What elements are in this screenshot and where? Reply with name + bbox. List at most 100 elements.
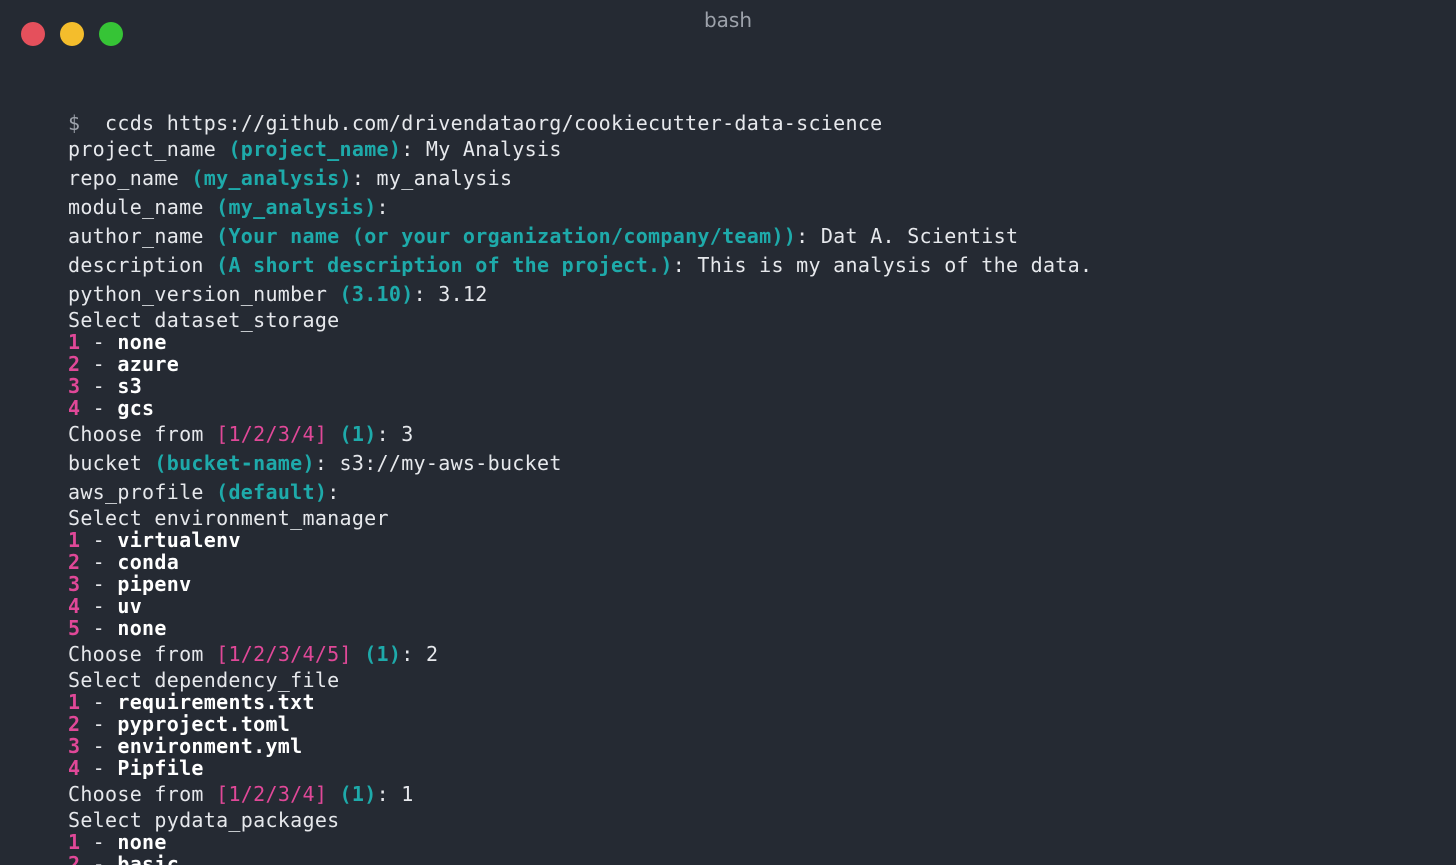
option-item: 2 - azure xyxy=(68,352,180,376)
prompt-default: (my_analysis) xyxy=(216,195,377,219)
prompt-default: (1) xyxy=(339,782,377,806)
option-item: 5 - none xyxy=(68,616,167,640)
option-item: 2 - conda xyxy=(68,550,180,574)
option-number: 1 xyxy=(68,690,81,714)
option-label: Pipfile xyxy=(117,756,204,780)
option-number: 4 xyxy=(68,396,81,420)
option-label: none xyxy=(117,830,167,854)
option-item: 4 - uv xyxy=(68,594,143,618)
prompt-key: aws_profile xyxy=(68,480,204,504)
option-number: 3 xyxy=(68,374,81,398)
select-heading-dependency-file: Select dependency_file xyxy=(68,668,340,692)
prompt-default: (default) xyxy=(216,480,328,504)
choose-prompt-dataset-storage: Choose from [1/2/3/4] (1): 3 xyxy=(68,422,414,446)
option-label: basic xyxy=(117,852,180,865)
option-label: none xyxy=(117,330,167,354)
prompt-default: (3.10) xyxy=(339,282,414,306)
option-item: 4 - Pipfile xyxy=(68,756,204,780)
prompt-module-name: module_name (my_analysis): xyxy=(68,195,389,219)
option-label: none xyxy=(117,616,167,640)
prompt-key: bucket xyxy=(68,451,143,475)
option-number: 2 xyxy=(68,550,81,574)
command-text: ccds https://github.com/drivendataorg/co… xyxy=(105,111,883,135)
option-item: 3 - pipenv xyxy=(68,572,192,596)
prompt-default: (1) xyxy=(364,642,402,666)
prompt-repo-name: repo_name (my_analysis): my_analysis xyxy=(68,166,513,190)
option-item: 4 - gcs xyxy=(68,396,155,420)
terminal-window: bash $ ccds https://github.com/drivendat… xyxy=(0,0,1456,865)
prompt-default: (A short description of the project.) xyxy=(216,253,673,277)
option-label: conda xyxy=(117,550,180,574)
option-label: pipenv xyxy=(117,572,192,596)
prompt-value: 2 xyxy=(425,642,439,666)
prompt-default: (1) xyxy=(339,422,377,446)
prompt-default: (project_name) xyxy=(228,137,402,161)
choice-list: [1/2/3/4] xyxy=(216,422,328,446)
option-label: s3 xyxy=(117,374,143,398)
option-item: 3 - s3 xyxy=(68,374,143,398)
option-item: 1 - none xyxy=(68,830,167,854)
prompt-key: module_name xyxy=(68,195,204,219)
prompt-key: author_name xyxy=(68,224,204,248)
prompt-bucket: bucket (bucket-name): s3://my-aws-bucket xyxy=(68,451,562,475)
prompt-default: (bucket-name) xyxy=(154,451,315,475)
window-title: bash xyxy=(703,8,753,32)
prompt-symbol: $ xyxy=(68,111,81,135)
prompt-value: 1 xyxy=(401,782,414,806)
prompt-project-name: project_name (project_name): My Analysis xyxy=(68,137,562,161)
choose-prompt-dependency-file: Choose from [1/2/3/4] (1): 1 xyxy=(68,782,414,806)
option-number: 2 xyxy=(68,712,81,736)
choice-list: [1/2/3/4/5] xyxy=(216,642,352,666)
option-number: 2 xyxy=(68,352,81,376)
prompt-value: 3.12 xyxy=(438,282,488,306)
option-label: azure xyxy=(117,352,180,376)
select-heading-pydata-packages: Select pydata_packages xyxy=(68,808,340,832)
terminal-output[interactable]: $ ccds https://github.com/drivendataorg/… xyxy=(68,112,1092,865)
option-item: 2 - basic xyxy=(68,853,1092,865)
prompt-description: description (A short description of the … xyxy=(68,253,1093,277)
select-heading-dataset-storage: Select dataset_storage xyxy=(68,308,340,332)
choice-list: [1/2/3/4] xyxy=(216,782,328,806)
option-number: 1 xyxy=(68,830,81,854)
choose-label: Choose from xyxy=(68,782,204,806)
option-label: requirements.txt xyxy=(117,690,315,714)
select-heading-environment-manager: Select environment_manager xyxy=(68,506,389,530)
option-number: 1 xyxy=(68,528,81,552)
option-number: 5 xyxy=(68,616,81,640)
option-item: 3 - environment.yml xyxy=(68,734,303,758)
option-label: pyproject.toml xyxy=(117,712,291,736)
prompt-default: (Your name (or your organization/company… xyxy=(216,224,797,248)
choose-label: Choose from xyxy=(68,422,204,446)
prompt-key: description xyxy=(68,253,204,277)
option-number: 3 xyxy=(68,572,81,596)
choose-label: Choose from xyxy=(68,642,204,666)
prompt-value: My Analysis xyxy=(425,137,562,161)
prompt-value: 3 xyxy=(401,422,414,446)
option-label: virtualenv xyxy=(117,528,241,552)
command-line: $ ccds https://github.com/drivendataorg/… xyxy=(68,112,1092,134)
choose-prompt-environment-manager: Choose from [1/2/3/4/5] (1): 2 xyxy=(68,642,439,666)
prompt-value: This is my analysis of the data. xyxy=(697,253,1093,277)
prompt-key: repo_name xyxy=(68,166,180,190)
option-label: uv xyxy=(117,594,143,618)
prompt-aws-profile: aws_profile (default): xyxy=(68,480,340,504)
option-item: 1 - virtualenv xyxy=(68,528,241,552)
option-number: 4 xyxy=(68,756,81,780)
prompt-key: python_version_number xyxy=(68,282,328,306)
option-number: 1 xyxy=(68,330,81,354)
option-item: 2 - pyproject.toml xyxy=(68,712,291,736)
option-number: 3 xyxy=(68,734,81,758)
prompt-key: project_name xyxy=(68,137,217,161)
title-bar: bash xyxy=(0,0,1456,60)
prompt-value: Dat A. Scientist xyxy=(820,224,1019,248)
option-label: gcs xyxy=(117,396,155,420)
option-item: 1 - none xyxy=(68,330,167,354)
prompt-python-version: python_version_number (3.10): 3.12 xyxy=(68,282,488,306)
prompt-author-name: author_name (Your name (or your organiza… xyxy=(68,224,1019,248)
prompt-default: (my_analysis) xyxy=(191,166,352,190)
option-number: 2 xyxy=(68,852,81,865)
prompt-value: my_analysis xyxy=(376,166,513,190)
option-item: 1 - requirements.txt xyxy=(68,690,315,714)
option-label: environment.yml xyxy=(117,734,303,758)
prompt-value: s3://my-aws-bucket xyxy=(339,451,562,475)
